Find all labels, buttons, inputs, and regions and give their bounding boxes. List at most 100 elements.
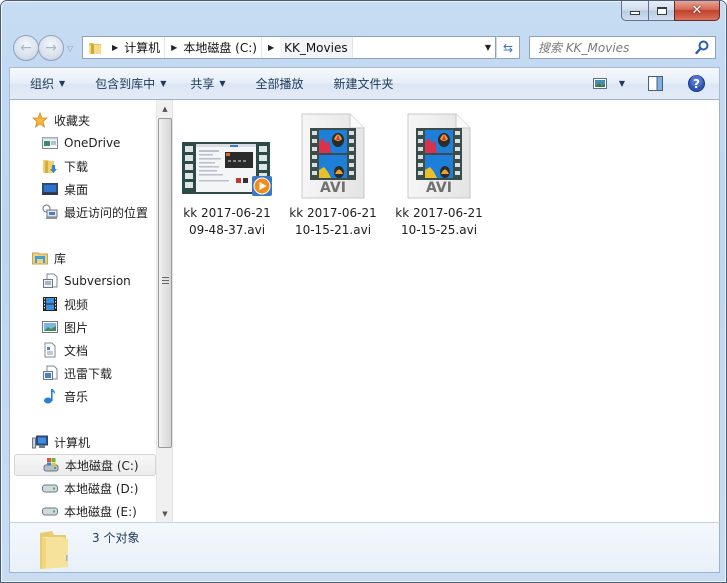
sidebar-item-drive-d[interactable]: 本地磁盘 (D:) bbox=[42, 477, 138, 499]
change-view-button[interactable]: ▼ bbox=[592, 78, 625, 89]
sidebar-group-label: 收藏夹 bbox=[54, 113, 91, 128]
music-icon bbox=[42, 388, 58, 404]
recent-places-icon bbox=[42, 204, 58, 220]
navigation-buttons: ← → ▽ bbox=[13, 35, 73, 61]
sidebar-item-music[interactable]: 音乐 bbox=[42, 385, 88, 407]
breadcrumb-arrow-icon[interactable]: ▶ bbox=[171, 43, 177, 52]
file-name-line: 09-48-37.avi bbox=[188, 223, 266, 237]
minimize-button[interactable] bbox=[621, 1, 648, 21]
library-icon bbox=[42, 273, 58, 289]
sidebar-item-label: 本地磁盘 (D:) bbox=[64, 481, 139, 496]
close-icon: ✕ bbox=[691, 3, 703, 18]
sidebar-item-label: OneDrive bbox=[64, 136, 121, 150]
sidebar-item-label: 音乐 bbox=[64, 389, 89, 404]
details-pane: 3 个对象 bbox=[9, 522, 720, 573]
libraries-icon bbox=[32, 250, 48, 266]
sidebar-item-label: Subversion bbox=[64, 274, 131, 288]
breadcrumb-label: 本地磁盘 (C:) bbox=[183, 41, 257, 55]
scrollbar-thumb[interactable] bbox=[158, 118, 172, 448]
sidebar-group-computer[interactable]: 计算机 bbox=[32, 431, 90, 453]
forward-arrow-icon: → bbox=[45, 40, 57, 56]
breadcrumb-drive-c[interactable]: 本地磁盘 (C:) bbox=[183, 37, 262, 58]
file-name: kk 2017-06-21 09-48-37.avi bbox=[183, 205, 270, 239]
preview-pane-icon bbox=[648, 76, 663, 91]
forward-button[interactable]: → bbox=[38, 35, 64, 61]
scroll-down-arrow-icon[interactable]: ▼ bbox=[157, 505, 173, 522]
new-folder-button[interactable]: 新建文件夹 bbox=[316, 68, 406, 99]
sidebar-item-label: 图片 bbox=[64, 320, 89, 335]
sidebar-item-xunlei-downloads[interactable]: 迅雷下载 bbox=[42, 362, 112, 384]
sidebar-item-downloads[interactable]: 下载 bbox=[42, 155, 88, 177]
sidebar-item-subversion[interactable]: Subversion bbox=[42, 270, 131, 292]
grip-icon bbox=[162, 277, 169, 285]
scroll-up-arrow-icon[interactable]: ▲ bbox=[157, 100, 173, 117]
file-name: kk 2017-06-21 10-15-21.avi bbox=[289, 205, 376, 239]
sidebar-item-label: 最近访问的位置 bbox=[64, 205, 149, 220]
breadcrumb-current-folder[interactable]: KK_Movies bbox=[280, 37, 353, 58]
sidebar-group-label: 库 bbox=[54, 251, 67, 266]
sidebar-item-label: 下载 bbox=[64, 159, 89, 174]
help-button[interactable]: ? bbox=[688, 75, 705, 92]
sidebar-item-desktop[interactable]: 桌面 bbox=[42, 178, 88, 200]
breadcrumb-arrow-icon[interactable]: ▶ bbox=[268, 43, 274, 52]
back-arrow-icon: ← bbox=[20, 40, 32, 56]
close-button[interactable]: ✕ bbox=[674, 1, 720, 21]
avi-file-icon: AVI bbox=[407, 113, 471, 199]
navigation-pane-scrollbar[interactable]: ▲ ▼ bbox=[156, 100, 173, 522]
sidebar-item-drive-c[interactable]: 本地磁盘 (C:) bbox=[14, 454, 156, 476]
drive-icon bbox=[42, 503, 58, 519]
breadcrumb-arrow-icon[interactable]: ▶ bbox=[112, 43, 118, 52]
sidebar-item-label: 本地磁盘 (C:) bbox=[65, 458, 139, 473]
sidebar-item-label: 桌面 bbox=[64, 182, 89, 197]
refresh-button[interactable]: ⇆ bbox=[496, 36, 520, 59]
sidebar-item-pictures[interactable]: 图片 bbox=[42, 316, 88, 338]
minimize-icon bbox=[630, 11, 640, 15]
content-area: 收藏夹 OneDrive 下载 桌面 最近访问的位置 库 Subversion … bbox=[9, 100, 720, 522]
video-thumbnail-icon bbox=[182, 142, 272, 196]
breadcrumb-label: 计算机 bbox=[124, 41, 161, 55]
file-name-line: kk 2017-06-21 bbox=[289, 206, 377, 220]
svg-text:?: ? bbox=[693, 77, 700, 91]
sidebar-item-onedrive[interactable]: OneDrive bbox=[42, 132, 120, 154]
breadcrumb-computer[interactable]: 计算机 bbox=[124, 37, 166, 58]
search-input[interactable] bbox=[538, 40, 688, 55]
file-name-line: kk 2017-06-21 bbox=[395, 206, 483, 220]
toolbar-right: ▼ ? bbox=[584, 68, 719, 99]
play-all-button[interactable]: 全部播放 bbox=[238, 68, 316, 99]
sidebar-item-documents[interactable]: 文档 bbox=[42, 339, 88, 361]
file-item[interactable]: AVI kk 2017-06-21 10-15-21.avi bbox=[283, 108, 383, 239]
include-in-library-label: 包含到库中 bbox=[95, 77, 156, 91]
sidebar-group-libraries[interactable]: 库 bbox=[32, 247, 66, 269]
share-button[interactable]: 共享 ▼ bbox=[178, 68, 237, 99]
recent-pages-dropdown[interactable]: ▽ bbox=[67, 44, 73, 53]
file-item[interactable]: AVI kk 2017-06-21 10-15-25.avi bbox=[389, 108, 489, 239]
sidebar-item-drive-e[interactable]: 本地磁盘 (E:) bbox=[42, 500, 137, 522]
search-icon[interactable] bbox=[695, 40, 709, 55]
chevron-down-icon: ▼ bbox=[219, 79, 226, 88]
address-bar[interactable]: ▶ 计算机 ▶ 本地磁盘 (C:) ▶ KK_Movies ▼ bbox=[82, 36, 496, 59]
sidebar-item-recent-places[interactable]: 最近访问的位置 bbox=[42, 201, 148, 223]
avi-badge: AVI bbox=[320, 180, 346, 196]
breadcrumb-label: KK_Movies bbox=[284, 40, 348, 55]
include-in-library-button[interactable]: 包含到库中 ▼ bbox=[77, 68, 178, 99]
sidebar-item-label: 迅雷下载 bbox=[64, 366, 113, 381]
drive-icon bbox=[42, 480, 58, 496]
navigation-pane: 收藏夹 OneDrive 下载 桌面 最近访问的位置 库 Subversion … bbox=[10, 100, 156, 522]
organize-button[interactable]: 组织 ▼ bbox=[10, 68, 77, 99]
file-thumbnail: AVI bbox=[285, 108, 381, 200]
preview-pane-button[interactable] bbox=[648, 76, 663, 91]
sidebar-item-label: 本地磁盘 (E:) bbox=[64, 504, 137, 519]
chevron-down-icon[interactable]: ▼ bbox=[619, 79, 625, 88]
file-name-line: 10-15-21.avi bbox=[294, 223, 372, 237]
documents-icon bbox=[42, 342, 58, 358]
file-name: kk 2017-06-21 10-15-25.avi bbox=[395, 205, 482, 239]
computer-icon bbox=[32, 434, 48, 450]
sidebar-group-favorites[interactable]: 收藏夹 bbox=[32, 109, 90, 131]
sidebar-item-label: 文档 bbox=[64, 343, 89, 358]
sidebar-item-videos[interactable]: 视频 bbox=[42, 293, 88, 315]
address-dropdown-icon[interactable]: ▼ bbox=[485, 43, 491, 52]
pictures-icon bbox=[42, 319, 58, 335]
maximize-button[interactable] bbox=[648, 1, 674, 21]
back-button[interactable]: ← bbox=[13, 35, 39, 61]
file-item[interactable]: kk 2017-06-21 09-48-37.avi bbox=[177, 108, 277, 239]
